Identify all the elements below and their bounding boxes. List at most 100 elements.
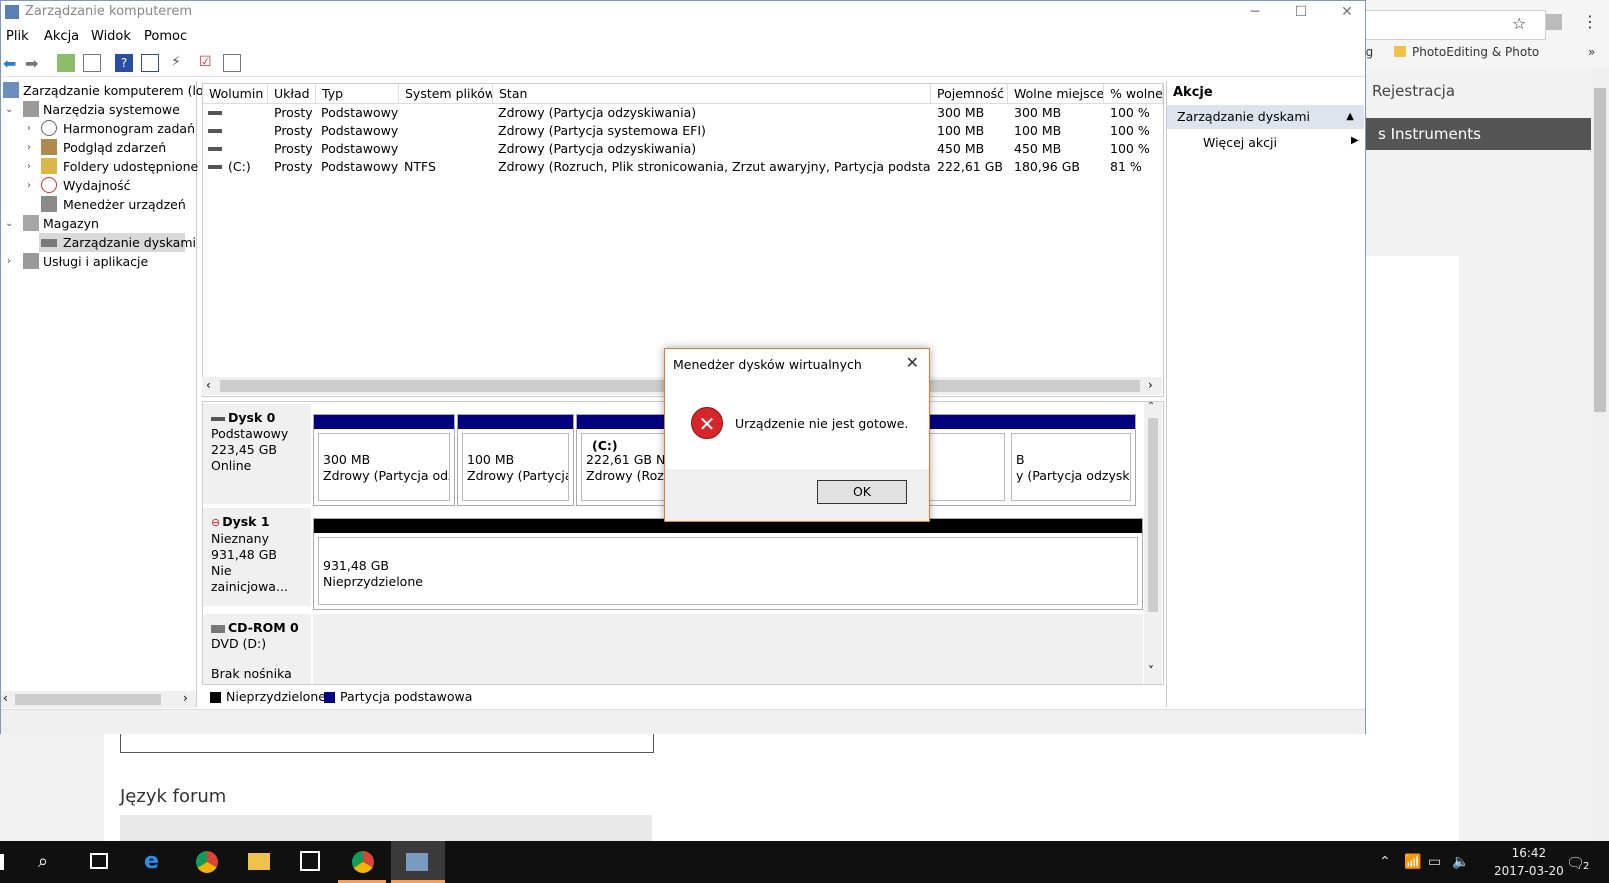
back-icon[interactable]: ⬅ — [3, 54, 21, 73]
more-actions-label: Więcej akcji — [1203, 135, 1277, 150]
disk-map-vscrollbar[interactable]: ˄ ˅ — [1144, 402, 1162, 684]
action-pane-icon[interactable] — [141, 54, 159, 72]
folder-icon — [1394, 46, 1406, 57]
title-bar[interactable]: Zarządzanie komputerem ─ ☐ ✕ — [1, 1, 1365, 25]
col-header-capacity[interactable]: Pojemność — [931, 84, 1008, 104]
navigation-tree: Zarządzanie komputerem (loka ⌄ Narzędzia… — [1, 81, 218, 708]
tree-item-label: Harmonogram zadań — [63, 121, 195, 136]
scroll-left-icon[interactable]: ‹ — [3, 691, 8, 705]
volume-icon[interactable]: 🔈 — [1452, 854, 1469, 870]
more-bookmarks-icon[interactable]: » — [1588, 45, 1595, 59]
extension-icon[interactable] — [1546, 14, 1562, 30]
close-button[interactable]: ✕ — [1324, 1, 1370, 25]
services-icon — [23, 253, 39, 269]
notification-count: 2 — [1583, 861, 1590, 872]
connect-icon[interactable]: ⚡ — [171, 54, 189, 72]
col-header-status[interactable]: Stan — [493, 84, 931, 104]
chevron-right-icon[interactable]: › — [27, 157, 37, 176]
file-explorer-icon[interactable] — [248, 853, 270, 870]
page-dark-bar[interactable]: s Instruments — [1348, 118, 1591, 150]
edge-icon[interactable]: e — [144, 849, 159, 874]
registration-link[interactable]: Rejestracja — [1372, 82, 1455, 100]
disk1-type: Nieznany — [211, 531, 269, 546]
properties-icon[interactable] — [223, 54, 241, 72]
maximize-button[interactable]: ☐ — [1278, 1, 1324, 25]
browser-scrollbar-thumb[interactable] — [1594, 88, 1606, 412]
scroll-left-icon[interactable]: ‹ — [206, 378, 211, 392]
ok-button[interactable]: OK — [817, 480, 907, 504]
chevron-right-icon[interactable]: › — [7, 252, 17, 271]
partition-status: Zdrowy (Partycja s — [467, 468, 569, 483]
chevron-down-icon[interactable]: ⌄ — [5, 214, 15, 233]
chrome-icon[interactable] — [196, 851, 218, 873]
search-icon[interactable]: ⌕ — [38, 851, 48, 872]
storage-icon — [23, 215, 39, 231]
tree-hscroll-thumb[interactable] — [15, 694, 161, 705]
tree-hscrollbar[interactable]: ‹ › — [1, 691, 196, 708]
help-icon[interactable]: ? — [115, 54, 133, 72]
chevron-right-icon[interactable]: › — [27, 138, 37, 157]
volume-icon — [208, 129, 222, 133]
more-actions[interactable]: Więcej akcji — [1203, 135, 1277, 150]
star-icon[interactable]: ☆ — [1512, 14, 1526, 33]
clock[interactable]: 16:42 2017-03-20 — [1494, 844, 1564, 880]
tree-item-label: Podgląd zdarzeń — [63, 140, 167, 155]
cell-fs: NTFS — [404, 159, 436, 174]
minimize-button[interactable]: ─ — [1232, 1, 1278, 25]
forum-language-select[interactable] — [120, 815, 652, 843]
menu-action[interactable]: Akcja — [44, 29, 79, 44]
chevron-up-icon[interactable]: ⌃ — [1379, 854, 1391, 870]
col-header-filesystem[interactable]: System plików — [399, 84, 493, 104]
partition-efi[interactable]: 100 MB Zdrowy (Partycja s — [457, 414, 574, 506]
collapse-icon[interactable]: ▲ — [1346, 105, 1354, 129]
chevron-right-icon[interactable]: › — [27, 176, 37, 195]
scroll-right-icon[interactable]: › — [183, 691, 188, 705]
chevron-right-icon[interactable]: › — [27, 119, 37, 138]
disk-map-vscroll-thumb[interactable] — [1148, 418, 1158, 612]
battery-icon[interactable]: ▭ — [1428, 854, 1441, 870]
forward-icon[interactable]: ➡ — [25, 54, 43, 73]
cell-percent: 100 % — [1110, 141, 1150, 156]
disk0-label[interactable]: Dysk 0 Podstawowy 223,45 GB Online — [203, 404, 311, 504]
tree-item-label: Wydajność — [63, 178, 131, 193]
disk1-state: Nie zainicjowa... — [211, 563, 288, 594]
menu-view[interactable]: Widok — [91, 29, 131, 44]
scroll-up-icon[interactable]: ˄ — [1148, 402, 1154, 414]
clock-date: 2017-03-20 — [1494, 864, 1564, 878]
cdrom-label[interactable]: CD-ROM 0 DVD (D:) Brak nośnika — [203, 614, 311, 684]
scroll-right-icon[interactable]: › — [1148, 378, 1153, 392]
tree-item-disk-management[interactable]: Zarządzanie dyskami — [39, 233, 196, 252]
clock-icon — [41, 120, 57, 136]
browser-menu-icon[interactable]: ⋮ — [1582, 12, 1598, 31]
network-icon[interactable]: 📶 — [1404, 854, 1421, 870]
actions-section-disk-management[interactable]: Zarządzanie dyskami ▲ — [1167, 105, 1364, 129]
col-header-volume[interactable]: Wolumin — [203, 84, 268, 104]
col-header-type[interactable]: Typ — [316, 84, 399, 104]
menu-help[interactable]: Pomoc — [144, 29, 187, 44]
disk1-label[interactable]: ⊖ Dysk 1 Nieznany 931,48 GB Nie zainicjow… — [203, 508, 311, 606]
submenu-arrow-icon[interactable]: ▶ — [1351, 135, 1359, 146]
bookmark-photoediting[interactable]: PhotoEditing & Photo — [1412, 45, 1539, 59]
store-icon[interactable] — [300, 851, 320, 871]
col-header-free[interactable]: Wolne miejsce — [1008, 84, 1104, 104]
disk0-type: Podstawowy — [211, 426, 289, 441]
chevron-down-icon[interactable]: ⌄ — [5, 100, 15, 119]
task-view-icon[interactable] — [90, 853, 108, 869]
col-header-percent[interactable]: % wolneg — [1104, 84, 1163, 104]
volume-icon — [208, 111, 222, 115]
partition-unallocated[interactable]: 931,48 GB Nieprzydzielone — [313, 518, 1143, 610]
menu-file[interactable]: Plik — [6, 29, 29, 44]
start-button[interactable] — [0, 854, 4, 870]
partition-recovery-2-body: B y (Partycja odzyski — [1011, 433, 1131, 501]
chrome-active-icon[interactable] — [352, 851, 374, 873]
cell-percent: 100 % — [1110, 123, 1150, 138]
scroll-down-icon[interactable]: ˅ — [1148, 664, 1154, 678]
show-hide-tree-icon[interactable] — [83, 54, 101, 72]
partition-recovery-1[interactable]: 300 MB Zdrowy (Partycja odzys — [313, 414, 455, 506]
col-header-layout[interactable]: Układ — [268, 84, 316, 104]
up-folder-icon[interactable] — [57, 54, 75, 72]
check-icon[interactable]: ☑ — [199, 54, 217, 72]
cell-capacity: 450 MB — [937, 141, 985, 156]
cell-free: 300 MB — [1014, 105, 1062, 120]
dialog-close-button[interactable]: ✕ — [906, 353, 919, 372]
